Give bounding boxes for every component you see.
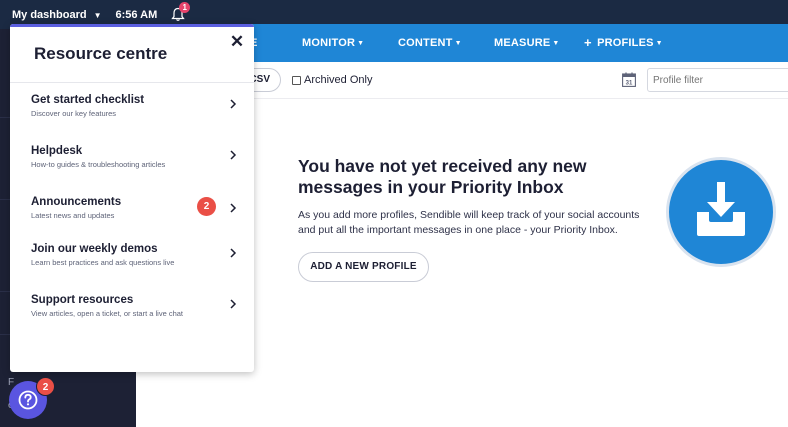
dashboard-menu[interactable]: My dashboard	[12, 9, 87, 21]
announcements-badge: 2	[197, 197, 216, 216]
chevron-right-icon	[230, 150, 237, 160]
resource-item-title: Get started checklist	[31, 94, 145, 106]
add-new-profile-button[interactable]: ADD A NEW PROFILE	[298, 252, 429, 282]
resource-item-subtitle: How-to guides & troubleshooting articles	[31, 160, 166, 169]
empty-state-description: As you add more profiles, Sendible will …	[298, 209, 640, 236]
close-icon[interactable]: ✕	[229, 33, 245, 50]
inbox-illustration	[666, 157, 776, 267]
chevron-right-icon	[230, 99, 237, 109]
resource-item-subtitle: Discover our key features	[31, 109, 117, 118]
resource-item-announcements[interactable]: Announcements Latest news and updates 2	[10, 196, 254, 240]
nav-monitor-label: MONITOR	[302, 37, 356, 49]
resource-item-title: Join our weekly demos	[31, 243, 158, 255]
nav-measure[interactable]: MEASURE ▼	[494, 24, 560, 62]
resource-item-subtitle: Latest news and updates	[31, 211, 115, 220]
nav-content-label: CONTENT	[398, 37, 453, 49]
inbox-download-icon	[697, 182, 745, 236]
chevron-down-icon: ▼	[454, 40, 462, 47]
archived-only-checkbox[interactable]	[292, 75, 301, 85]
notifications-button[interactable]: 1	[171, 1, 191, 23]
resource-item-support[interactable]: Support resources View articles, open a …	[10, 294, 254, 338]
resource-item-get-started[interactable]: Get started checklist Discover our key f…	[10, 94, 254, 138]
resource-centre-panel: Resource centre ✕ Get started checklist …	[10, 24, 254, 372]
resource-item-weekly-demos[interactable]: Join our weekly demos Learn best practic…	[10, 243, 254, 287]
help-badge: 2	[36, 377, 55, 396]
chevron-down-icon[interactable]: ▼	[94, 11, 102, 20]
nav-profiles-label: PROFILES	[597, 37, 654, 49]
panel-divider	[10, 82, 254, 83]
chevron-right-icon	[230, 299, 237, 309]
nav-content[interactable]: CONTENT ▼	[398, 24, 462, 62]
archived-only-label: Archived Only	[304, 74, 373, 86]
profile-filter-input[interactable]	[647, 68, 788, 92]
chevron-down-icon: ▼	[655, 40, 663, 47]
chevron-right-icon	[230, 248, 237, 258]
resource-item-subtitle: Learn best practices and ask questions l…	[31, 258, 175, 267]
nav-measure-label: MEASURE	[494, 37, 551, 49]
resource-item-helpdesk[interactable]: Helpdesk How-to guides & troubleshooting…	[10, 145, 254, 189]
resource-centre-title: Resource centre	[34, 44, 168, 63]
resource-item-subtitle: View articles, open a ticket, or start a…	[31, 309, 184, 318]
plus-icon: +	[584, 35, 592, 50]
chevron-down-icon: ▼	[552, 40, 560, 47]
nav-profiles[interactable]: + PROFILES ▼	[584, 24, 663, 62]
resource-item-title: Helpdesk	[31, 145, 83, 157]
resource-item-title: Support resources	[31, 294, 134, 306]
panel-accent-bar	[10, 24, 254, 27]
empty-state-title: You have not yet received any new messag…	[298, 156, 587, 197]
archived-only-filter[interactable]: Archived Only	[292, 74, 372, 86]
calendar-icon[interactable]: 31	[622, 72, 636, 87]
chevron-down-icon: ▼	[357, 40, 365, 47]
clock-time: 6:56 AM	[115, 8, 158, 21]
calendar-day: 31	[626, 81, 633, 87]
resource-item-title: Announcements	[31, 196, 122, 208]
nav-monitor[interactable]: MONITOR ▼	[302, 24, 364, 62]
chevron-right-icon	[230, 203, 237, 213]
notification-badge: 1	[179, 1, 191, 13]
